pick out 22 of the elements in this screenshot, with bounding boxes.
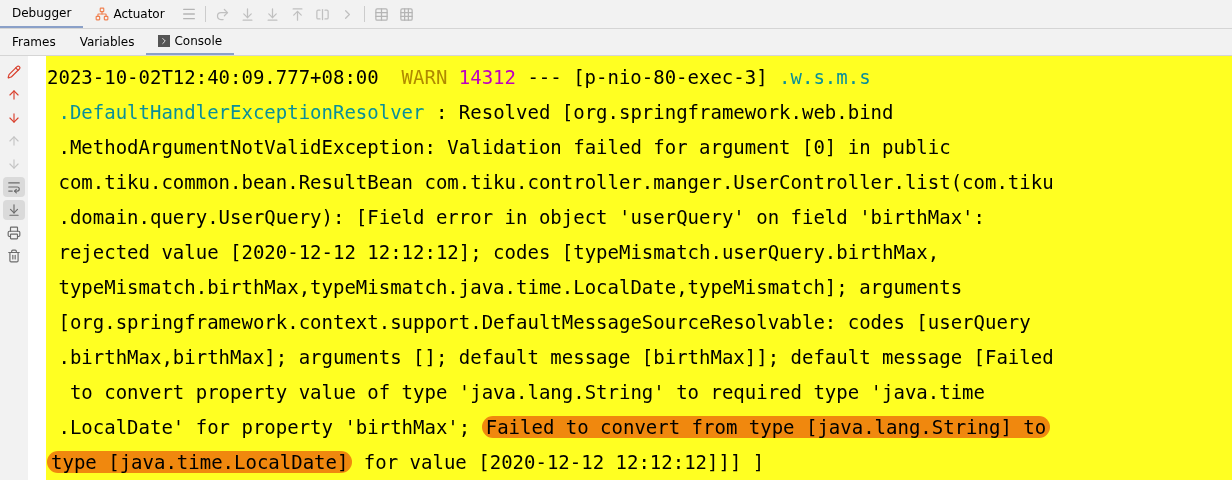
tab[interactable]: Actuator bbox=[83, 0, 177, 28]
log-text: typeMismatch.birthMax,typeMismatch.java.time.LocalDate,typeMismatch]; arguments bbox=[57, 276, 963, 298]
log-text: [org.springframework.context.support.DefaultMessageSourceResolvable: codes [userQuery bbox=[57, 311, 1031, 333]
log-text: 14312 bbox=[458, 66, 516, 88]
log-text: .domain.query.UserQuery): [Field error in object 'userQuery' on field 'birthMax': bbox=[57, 206, 985, 228]
log-text: .DefaultHandlerExceptionResolver bbox=[57, 101, 425, 123]
highlighted-text: Failed to convert from type [java.lang.String] to bbox=[481, 416, 1051, 438]
log-text: 2023-10-02T12:40:09.777+08:00 bbox=[47, 66, 380, 88]
log-text: .w.s.m.s bbox=[779, 66, 871, 88]
log-text: for value [2020-12-12 12:12:12]]] ] bbox=[362, 451, 765, 473]
log-text: .MethodArgumentNotValidException: Validation failed for argument [0] in public bbox=[57, 136, 951, 158]
log-text: to convert property value of type 'java.lang.String' to required type 'java.time bbox=[68, 381, 985, 403]
tab[interactable]: Frames bbox=[0, 29, 68, 55]
log-text: rejected value [2020-12-12 12:12:12]; codes [typeMismatch.userQuery.birthMax, bbox=[57, 241, 940, 263]
log-text: .birthMax,birthMax]; arguments []; default message [birthMax]]; default message [Failed bbox=[57, 346, 1054, 368]
highlighted-text: type [java.time.LocalDate] bbox=[47, 451, 353, 473]
log-text: --- [p-nio-80-exec-3] bbox=[526, 66, 769, 88]
tab[interactable]: Variables bbox=[67, 29, 147, 55]
log-text: .LocalDate' for property 'birthMax'; bbox=[57, 416, 472, 438]
log-text: : Resolved [org.springframework.web.bind bbox=[434, 101, 894, 123]
log-text: WARN bbox=[401, 66, 448, 88]
log-text: com.tiku.common.bean.ResultBean com.tiku.controller.manger.UserController.list(com.tiku bbox=[57, 171, 1054, 193]
